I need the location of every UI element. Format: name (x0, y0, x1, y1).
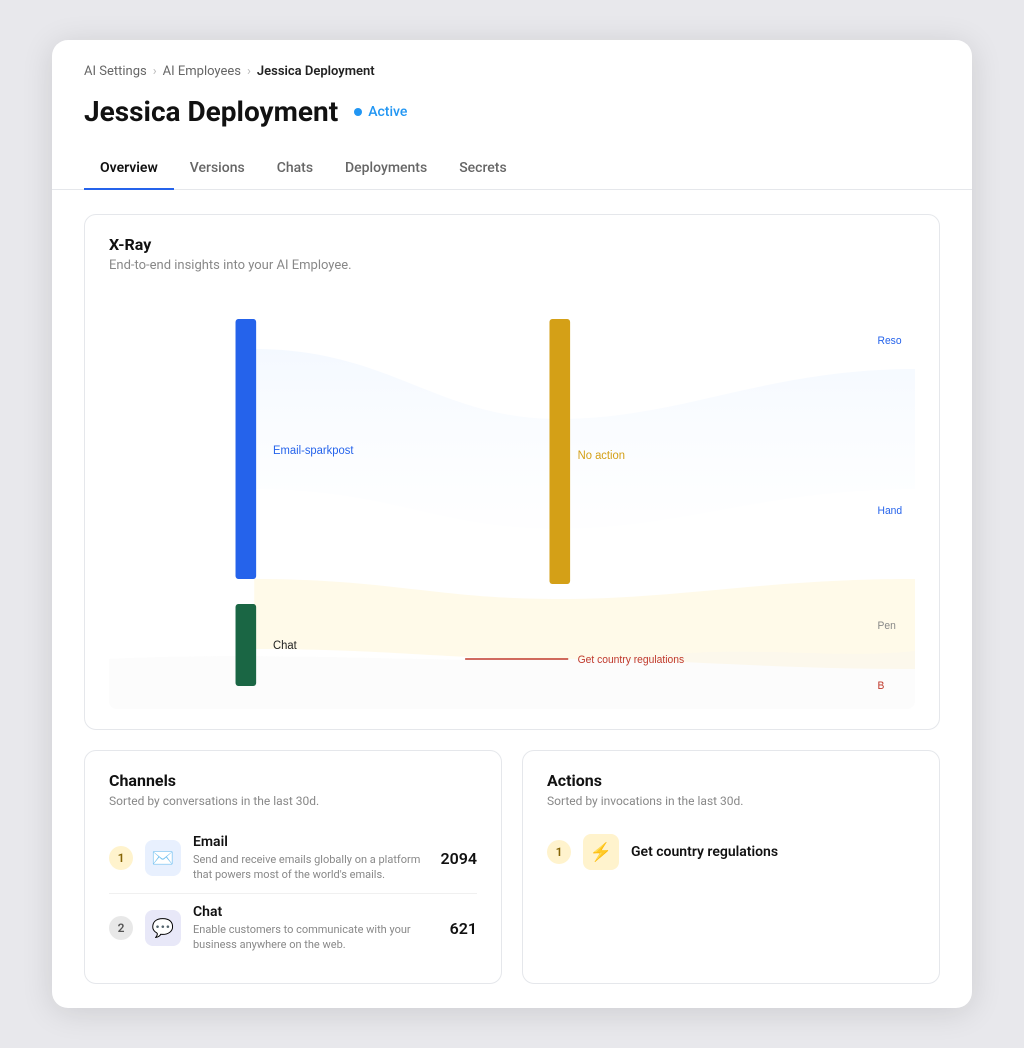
tab-overview[interactable]: Overview (84, 152, 174, 190)
channel-desc-email: Send and receive emails globally on a pl… (193, 852, 428, 883)
channels-card: Channels Sorted by conversations in the … (84, 750, 502, 984)
tabs-container: Overview Versions Chats Deployments Secr… (52, 136, 972, 190)
channel-info-chat: Chat Enable customers to communicate wit… (193, 904, 438, 953)
label-no-action: No action (578, 449, 625, 462)
action-item-1[interactable]: 1 ⚡ Get country regulations (547, 824, 915, 880)
status-badge: Active (354, 104, 407, 120)
xray-chart: Email-sparkpost Chat No action Get count… (109, 289, 915, 709)
channels-title: Channels (109, 771, 477, 790)
tab-versions[interactable]: Versions (174, 152, 261, 190)
actions-subtitle: Sorted by invocations in the last 30d. (547, 794, 915, 808)
chart-svg: Email-sparkpost Chat No action Get count… (109, 289, 915, 709)
label-get-country: Get country regulations (578, 654, 685, 666)
bar-chat (236, 604, 257, 686)
label-pen: Pen (878, 620, 896, 632)
label-email: Email-sparkpost (273, 444, 354, 457)
channel-info-email: Email Send and receive emails globally o… (193, 834, 428, 883)
label-b: B (878, 680, 885, 692)
actions-card: Actions Sorted by invocations in the las… (522, 750, 940, 984)
bar-email (236, 319, 257, 579)
label-hand: Hand (878, 505, 903, 517)
page-title: Jessica Deployment (84, 95, 338, 128)
bar-no-action (549, 319, 570, 584)
channel-item-chat[interactable]: 2 💬 Chat Enable customers to communicate… (109, 894, 477, 963)
status-dot (354, 108, 362, 116)
channels-subtitle: Sorted by conversations in the last 30d. (109, 794, 477, 808)
xray-card: X-Ray End-to-end insights into your AI E… (84, 214, 940, 730)
bottom-cards: Channels Sorted by conversations in the … (84, 750, 940, 984)
action-rank-1: 1 (547, 840, 571, 864)
xray-title: X-Ray (109, 235, 915, 254)
status-label: Active (368, 104, 407, 120)
label-reso: Reso (878, 335, 902, 347)
channel-item-email[interactable]: 1 ✉️ Email Send and receive emails globa… (109, 824, 477, 894)
channel-count-email: 2094 (440, 849, 477, 868)
breadcrumb-sep-1: › (153, 64, 157, 79)
channel-desc-chat: Enable customers to communicate with you… (193, 922, 438, 953)
breadcrumb: AI Settings › AI Employees › Jessica Dep… (52, 40, 972, 91)
channel-rank-1: 1 (109, 846, 133, 870)
email-channel-icon: ✉️ (145, 840, 181, 876)
tab-secrets[interactable]: Secrets (443, 152, 522, 190)
main-window: AI Settings › AI Employees › Jessica Dep… (52, 40, 972, 1008)
breadcrumb-item-2[interactable]: AI Employees (163, 64, 241, 79)
channel-count-chat: 621 (450, 919, 477, 938)
tab-deployments[interactable]: Deployments (329, 152, 443, 190)
breadcrumb-item-1[interactable]: AI Settings (84, 64, 147, 79)
page-header: Jessica Deployment Active (52, 91, 972, 128)
channel-name-chat: Chat (193, 904, 438, 920)
channel-rank-2: 2 (109, 916, 133, 940)
channel-name-email: Email (193, 834, 428, 850)
breadcrumb-current: Jessica Deployment (257, 64, 375, 79)
tab-chats[interactable]: Chats (261, 152, 329, 190)
action-icon-1: ⚡ (583, 834, 619, 870)
breadcrumb-sep-2: › (247, 64, 251, 79)
action-name-1: Get country regulations (631, 844, 778, 860)
label-chat: Chat (273, 639, 297, 652)
xray-subtitle: End-to-end insights into your AI Employe… (109, 258, 915, 273)
main-content: X-Ray End-to-end insights into your AI E… (52, 190, 972, 1008)
chat-channel-icon: 💬 (145, 910, 181, 946)
actions-title: Actions (547, 771, 915, 790)
